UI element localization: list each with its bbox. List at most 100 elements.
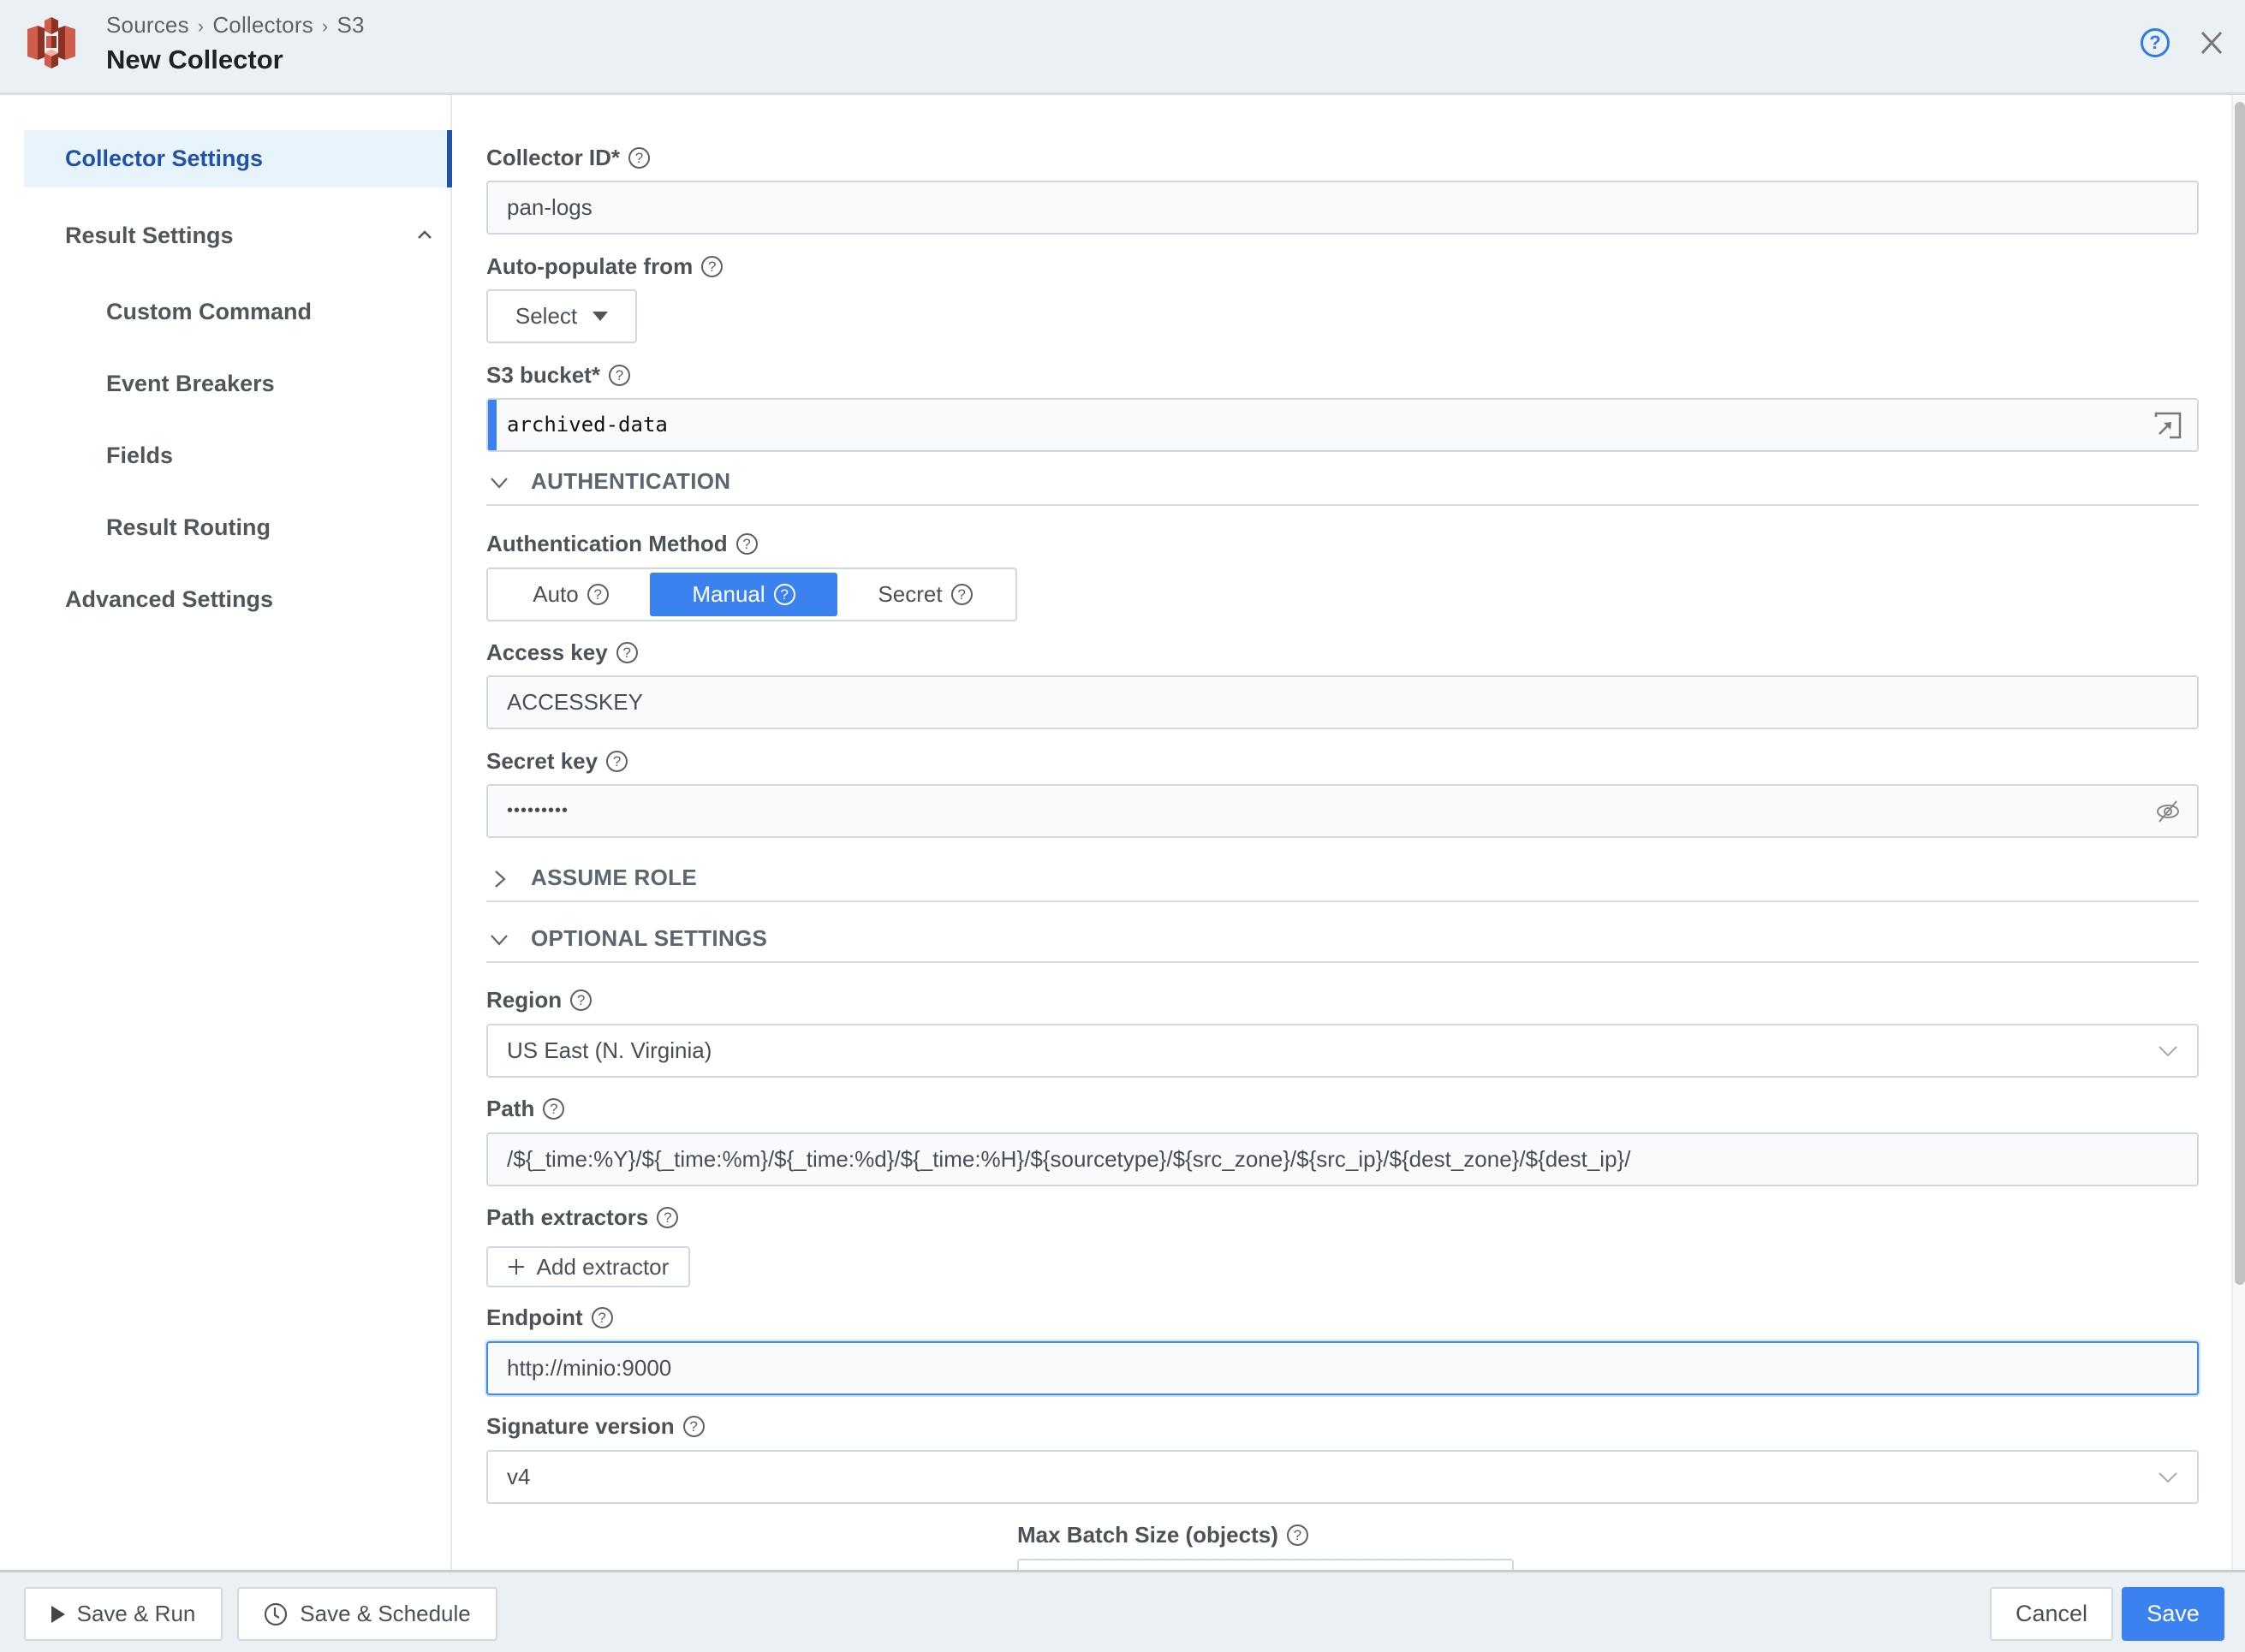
save-schedule-button[interactable]: Save & Schedule — [237, 1587, 497, 1641]
s3-bucket-input[interactable]: archived-data — [486, 398, 2199, 452]
help-icon[interactable]: ? — [570, 989, 593, 1011]
authentication-section-header[interactable]: AUTHENTICATION — [486, 468, 2199, 506]
save-schedule-label: Save & Schedule — [300, 1601, 471, 1626]
chevron-up-icon[interactable] — [416, 226, 433, 243]
signature-version-value: v4 — [507, 1464, 531, 1489]
help-icon[interactable]: ? — [591, 1307, 613, 1328]
page-title: New Collector — [106, 45, 283, 74]
sidebar-item-collector-settings[interactable]: Collector Settings — [24, 130, 452, 187]
path-extractors-label-text: Path extractors — [486, 1204, 649, 1230]
access-key-label-text: Access key — [486, 639, 608, 665]
help-circle-icon[interactable]: ? — [2141, 28, 2170, 57]
auth-method-label: Authentication Method ? — [486, 531, 758, 557]
save-button[interactable]: Save — [2122, 1587, 2224, 1641]
collector-id-input[interactable]: pan-logs — [486, 181, 2199, 235]
path-label-text: Path — [486, 1096, 535, 1121]
secret-key-value: ••••••••• — [507, 801, 569, 820]
play-icon — [51, 1605, 65, 1623]
cancel-button[interactable]: Cancel — [1990, 1587, 2113, 1641]
chevron-down-icon — [2159, 1472, 2177, 1483]
secret-key-input[interactable]: ••••••••• — [486, 784, 2199, 838]
secret-key-label-text: Secret key — [486, 748, 598, 774]
help-icon[interactable]: ? — [657, 1207, 679, 1228]
chevron-down-icon — [491, 478, 508, 489]
help-icon[interactable]: ? — [587, 584, 609, 605]
save-run-label: Save & Run — [76, 1601, 196, 1626]
optional-settings-section-header[interactable]: OPTIONAL SETTINGS — [486, 925, 2199, 963]
secret-key-label: Secret key ? — [486, 748, 628, 775]
sidebar-item-advanced-settings[interactable]: Advanced Settings — [24, 571, 452, 628]
signature-version-select[interactable]: v4 — [486, 1450, 2199, 1504]
access-key-input[interactable]: ACCESSKEY — [486, 675, 2199, 729]
s3-bucket-value: archived-data — [507, 413, 668, 437]
help-icon[interactable]: ? — [701, 256, 724, 277]
auth-method-label-text: Authentication Method — [486, 531, 728, 556]
sidebar-item-label: Advanced Settings — [65, 586, 274, 612]
sidebar-item-result-routing[interactable]: Result Routing — [24, 499, 452, 556]
max-batch-size-label: Max Batch Size (objects) ? — [1017, 1522, 1308, 1548]
region-label: Region ? — [486, 987, 593, 1013]
eye-off-icon[interactable] — [2154, 798, 2182, 825]
help-icon[interactable]: ? — [606, 751, 628, 772]
signature-version-label-text: Signature version — [486, 1413, 675, 1439]
breadcrumb-separator: › — [321, 15, 329, 37]
help-icon[interactable]: ? — [616, 642, 638, 663]
endpoint-label-text: Endpoint — [486, 1304, 583, 1330]
sidebar-item-event-breakers[interactable]: Event Breakers — [24, 355, 452, 413]
s3-bucket-label-text: S3 bucket* — [486, 362, 600, 388]
chevron-down-icon — [2159, 1046, 2177, 1057]
path-label: Path ? — [486, 1096, 565, 1122]
cancel-label: Cancel — [2015, 1601, 2088, 1626]
auto-populate-selected: Select — [515, 303, 578, 329]
auth-option-auto[interactable]: Auto ? — [491, 573, 650, 616]
path-input[interactable]: /${_time:%Y}/${_time:%m}/${_time:%d}/${_… — [486, 1132, 2199, 1186]
help-icon[interactable]: ? — [682, 1416, 705, 1437]
close-icon[interactable] — [2197, 26, 2226, 60]
help-icon[interactable]: ? — [628, 147, 651, 169]
help-icon[interactable]: ? — [950, 584, 973, 605]
scrollbar-thumb[interactable] — [2235, 102, 2245, 1285]
endpoint-label: Endpoint ? — [486, 1304, 613, 1331]
assume-role-section-header[interactable]: ASSUME ROLE — [486, 865, 2199, 902]
help-icon[interactable]: ? — [773, 584, 795, 605]
breadcrumb-collectors[interactable]: Collectors — [212, 12, 313, 38]
signature-version-label: Signature version ? — [486, 1413, 705, 1440]
expand-editor-icon[interactable] — [2154, 412, 2182, 439]
auth-option-label: Manual — [692, 581, 765, 607]
breadcrumb-sources[interactable]: Sources — [106, 12, 189, 38]
sidebar-item-label: Result Settings — [65, 223, 234, 248]
footer: Save & Run Save & Schedule Cancel Save — [0, 1570, 2245, 1652]
sidebar-item-fields[interactable]: Fields — [24, 427, 452, 484]
save-label: Save — [2147, 1601, 2200, 1626]
authentication-section-title: AUTHENTICATION — [531, 468, 731, 494]
sidebar-item-label: Fields — [106, 443, 174, 468]
auto-populate-select[interactable]: Select — [486, 289, 637, 343]
max-batch-size-input[interactable] — [1017, 1559, 1514, 1570]
help-icon[interactable]: ? — [543, 1098, 565, 1120]
auth-option-label: Auto — [533, 581, 579, 607]
help-icon[interactable]: ? — [735, 533, 758, 555]
auth-option-manual[interactable]: Manual ? — [650, 573, 837, 616]
sidebar-item-label: Event Breakers — [106, 371, 275, 396]
s3-bucket-label: S3 bucket* ? — [486, 362, 630, 389]
sidebar: Collector Settings Result Settings Custo… — [0, 95, 452, 1570]
auth-option-label: Secret — [878, 581, 943, 607]
endpoint-input[interactable]: http://minio:9000 — [486, 1341, 2199, 1395]
breadcrumb-s3: S3 — [336, 12, 365, 38]
collector-id-label: Collector ID* ? — [486, 145, 651, 171]
save-run-button[interactable]: Save & Run — [24, 1587, 223, 1641]
region-value: US East (N. Virginia) — [507, 1037, 712, 1063]
region-select[interactable]: US East (N. Virginia) — [486, 1024, 2199, 1078]
sidebar-item-result-settings[interactable]: Result Settings — [24, 207, 452, 264]
optional-settings-section-title: OPTIONAL SETTINGS — [531, 925, 768, 951]
aws-s3-logo-icon — [27, 17, 75, 68]
breadcrumb: Sources › Collectors › S3 — [106, 12, 365, 39]
sidebar-item-custom-command[interactable]: Custom Command — [24, 283, 452, 341]
add-extractor-button[interactable]: Add extractor — [486, 1246, 690, 1287]
help-icon[interactable]: ? — [608, 365, 630, 386]
scrollbar[interactable] — [2231, 95, 2245, 1570]
help-icon[interactable]: ? — [1286, 1524, 1308, 1546]
clock-icon — [265, 1602, 288, 1625]
auth-option-secret[interactable]: Secret ? — [837, 573, 1013, 616]
form-content: Collector ID* ? pan-logs Auto-populate f… — [454, 95, 2233, 1570]
